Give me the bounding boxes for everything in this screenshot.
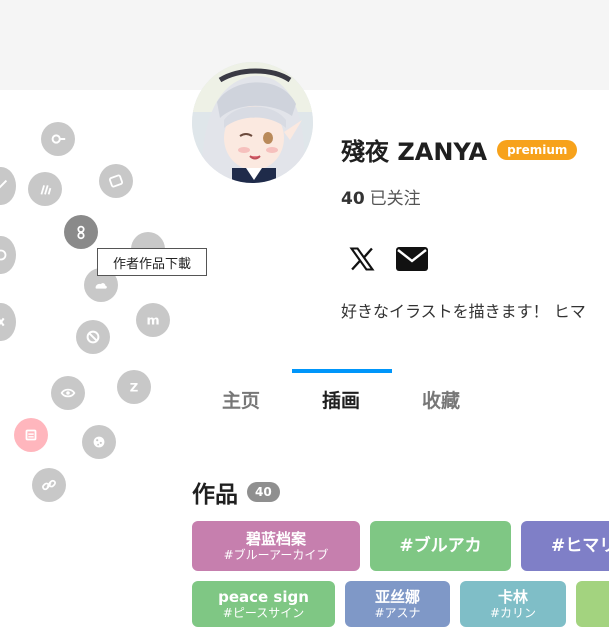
chain-icon[interactable] — [32, 468, 66, 502]
tag-label: #ヒマリ — [551, 536, 609, 556]
works-title: 作品 — [192, 482, 238, 508]
tag-sublabel: #カリン — [489, 606, 537, 620]
tag-label: peace sign — [218, 588, 309, 606]
z-icon[interactable]: Z — [117, 370, 151, 404]
user-icon[interactable] — [64, 215, 98, 249]
mail-icon[interactable] — [396, 247, 428, 271]
tag-sublabel: #ピースサイン — [222, 606, 305, 620]
tag-peace-sign[interactable]: peace sign #ピースサイン — [192, 581, 335, 627]
m-icon[interactable]: m — [136, 303, 170, 337]
tab-home[interactable]: 主页 — [222, 386, 260, 413]
profile-bio: 好きなイラストを描きます！ ヒマ — [341, 302, 586, 321]
tag-partial[interactable] — [576, 581, 609, 627]
svg-text:m: m — [146, 313, 159, 328]
following-count[interactable]: 40 已关注 — [341, 184, 421, 209]
user-name: 殘夜 ZANYA — [341, 138, 488, 166]
svg-text:Z: Z — [130, 381, 138, 395]
tag-karin[interactable]: 卡林 #カリン — [460, 581, 566, 627]
following-number: 40 — [341, 189, 365, 209]
hash-icon[interactable] — [0, 303, 16, 341]
slash-lines-icon[interactable] — [28, 172, 62, 206]
note-icon[interactable] — [14, 418, 48, 452]
tab-indicator — [292, 369, 392, 373]
works-count-badge: 40 — [247, 482, 280, 502]
header-band — [0, 0, 609, 90]
block-icon[interactable] — [76, 320, 110, 354]
tag-label: 卡林 — [497, 588, 528, 606]
key-icon[interactable] — [41, 122, 75, 156]
premium-badge[interactable]: premium — [497, 139, 578, 160]
tag-himari[interactable]: #ヒマリ — [521, 521, 609, 571]
tag-label: 亚丝娜 — [374, 588, 420, 606]
circle-icon[interactable] — [0, 236, 16, 274]
tab-illustrations[interactable]: 插画 — [322, 386, 360, 413]
x-icon[interactable] — [348, 245, 376, 273]
download-tooltip: 作者作品下載 — [97, 248, 207, 276]
following-label: 已关注 — [369, 189, 421, 209]
tag-sublabel: #アスナ — [374, 606, 421, 620]
share-icon[interactable] — [0, 167, 16, 205]
avatar[interactable] — [192, 62, 313, 183]
tag-sublabel: #ブルーアーカイブ — [223, 548, 329, 562]
eye-icon[interactable] — [51, 376, 85, 410]
download-icon[interactable] — [99, 164, 133, 198]
tag-bluaka[interactable]: #ブルアカ — [370, 521, 511, 571]
tag-label: #ブルアカ — [399, 536, 482, 556]
tag-asuna[interactable]: 亚丝娜 #アスナ — [345, 581, 450, 627]
cookie-icon[interactable] — [82, 425, 116, 459]
tag-label: 碧蓝档案 — [245, 530, 306, 548]
tag-blue-archive[interactable]: 碧蓝档案 #ブルーアーカイブ — [192, 521, 360, 571]
tab-collections[interactable]: 收藏 — [422, 386, 460, 413]
